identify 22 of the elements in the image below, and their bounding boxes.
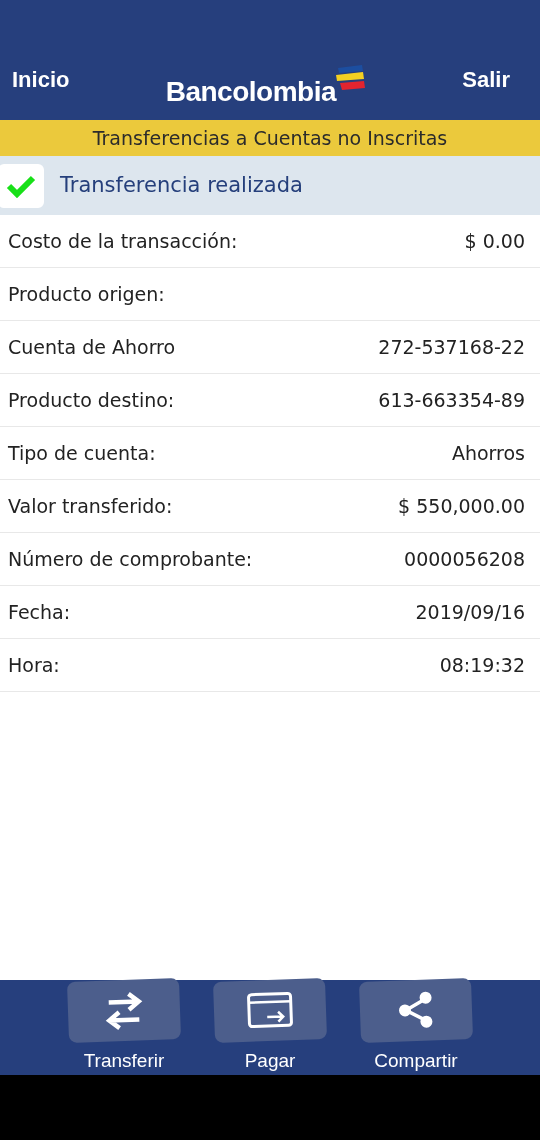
field-value: 2019/09/16	[415, 599, 525, 625]
field-label: Valor transferido:	[8, 493, 173, 519]
field-label: Número de comprobante:	[8, 546, 253, 572]
field-label: Costo de la transacción:	[8, 228, 238, 254]
exit-link[interactable]: Salir	[462, 63, 510, 96]
section-title: Transferencias a Cuentas no Inscritas	[0, 120, 540, 156]
field-label: Hora:	[8, 652, 60, 678]
field-label: Fecha:	[8, 599, 71, 625]
field-value: 613-663354-89	[378, 387, 525, 413]
field-value: 272-537168-22	[378, 334, 525, 360]
home-link[interactable]: Inicio	[12, 63, 70, 96]
field-value: $ 0.00	[464, 228, 525, 254]
field-label: Tipo de cuenta:	[8, 440, 156, 466]
field-label: Producto origen:	[8, 281, 165, 307]
field-value: Ahorros	[451, 440, 525, 466]
field-label: Producto destino:	[8, 387, 175, 413]
field-value: 0000056208	[404, 546, 525, 572]
field-label: Cuenta de Ahorro	[8, 334, 176, 360]
logo-text: Bancolombia	[165, 78, 337, 106]
field-value: 08:19:32	[439, 652, 525, 678]
field-value: $ 550,000.00	[398, 493, 525, 519]
status-message: Transferencia realizada	[60, 171, 303, 199]
